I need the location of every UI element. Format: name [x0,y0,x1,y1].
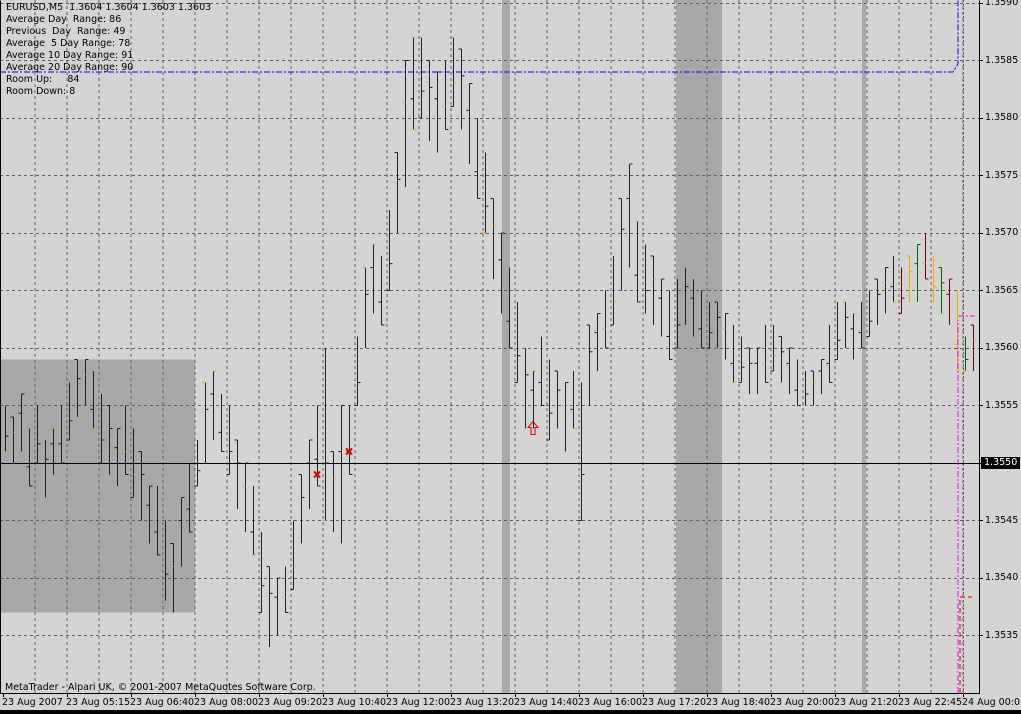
price-axis-label: 1.3535 [985,629,1019,641]
price-axis-label: 1.3545 [985,514,1019,526]
indicator-line: Room Down: 8 [6,86,76,97]
time-axis-label: 23 Aug 13:20 [450,697,515,708]
time-axis-label: 23 Aug 05:15 [66,697,131,708]
indicator-line: Average 5 Day Range: 78 [6,38,131,49]
price-axis-label: 1.3560 [985,342,1019,353]
indicator-line: Room Up: 84 [6,74,80,85]
time-axis-label: 23 Aug 08:00 [194,697,259,708]
time-axis-label: 23 Aug 2007 [2,697,63,708]
indicator-line: Average Day Range: 86 [6,14,122,25]
time-axis-label: 23 Aug 14:40 [514,697,579,708]
indicator-line: Average 10 Day Range: 91 [6,50,134,61]
price-axis-label: 1.3585 [985,54,1019,66]
price-chart[interactable] [0,0,1021,714]
time-axis-label: 23 Aug 20:00 [770,697,835,708]
time-axis-label: 23 Aug 06:40 [130,697,195,708]
price-axis-label: 1.3555 [985,399,1019,411]
price-axis-label: 1.3540 [985,572,1019,583]
price-axis-label: 1.3580 [985,112,1019,123]
price-axis-label: 1.3565 [985,284,1019,296]
session-band [676,0,722,693]
indicator-line: Previous Day Range: 49 [6,26,126,37]
price-axis-label: 1.3570 [985,227,1019,238]
time-axis-label: 23 Aug 18:40 [706,697,771,708]
symbol-header: EURUSD,M5 1.3604 1.3604 1.3603 1.3603 [6,2,212,13]
time-axis-label: 24 Aug 00:05 [962,697,1021,708]
time-axis-label: 23 Aug 21:20 [834,697,899,708]
time-axis-label: 23 Aug 09:20 [258,697,323,708]
time-axis-label: 23 Aug 10:40 [322,697,387,708]
session-band [502,0,510,693]
price-axis-label: 1.3590 [985,0,1019,8]
time-axis-label: 23 Aug 17:20 [642,697,707,708]
copyright-text: MetaTrader - Alpari UK, © 2001-2007 Meta… [5,682,316,693]
time-axis-label: 23 Aug 16:00 [578,697,643,708]
time-axis-label: 23 Aug 22:45 [898,697,963,708]
indicator-line: Average 20 Day Range: 90 [6,62,134,73]
time-axis-label: 23 Aug 12:00 [386,697,451,708]
bottom-border [0,710,1021,714]
session-band [862,0,866,693]
current-price-label: 1.3550 [981,457,1020,469]
price-axis-label: 1.3575 [985,169,1019,181]
